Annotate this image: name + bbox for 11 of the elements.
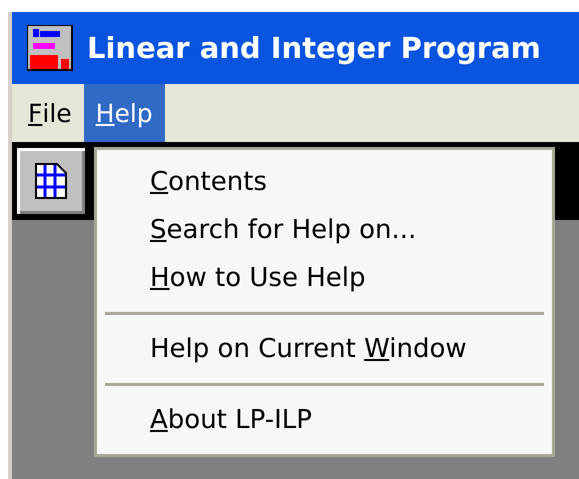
menu-item[interactable]: How to Use Help bbox=[97, 254, 552, 302]
grid-document-icon bbox=[35, 163, 67, 199]
toolbar-button[interactable] bbox=[14, 145, 88, 217]
menu-item[interactable]: Help bbox=[84, 84, 165, 142]
menu-item[interactable]: About LP-ILP bbox=[97, 396, 552, 444]
menu-item[interactable]: Help on Current Window bbox=[97, 325, 552, 373]
app-icon bbox=[27, 25, 73, 71]
menu-item[interactable]: Contents bbox=[97, 158, 552, 206]
menu-item[interactable]: Search for Help on... bbox=[97, 206, 552, 254]
menu-item[interactable]: File bbox=[16, 84, 84, 142]
window-title: Linear and Integer Program bbox=[87, 31, 541, 65]
